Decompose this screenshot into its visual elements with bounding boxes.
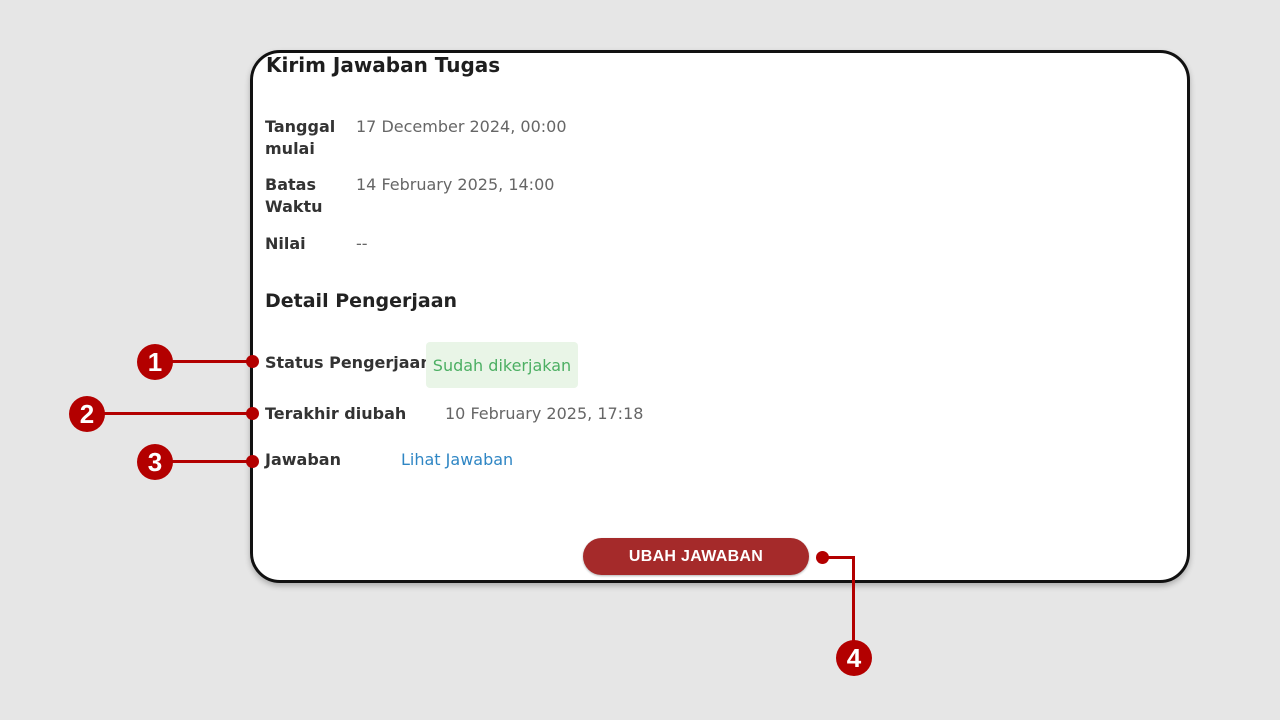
answer-label: Jawaban (265, 450, 341, 469)
grade-label: Nilai (265, 234, 306, 253)
status-badge: Sudah dikerjakan (426, 342, 578, 388)
callout-line-4-horizontal (822, 556, 855, 559)
callout-marker-4: 4 (836, 640, 872, 676)
card-title: Kirim Jawaban Tugas (266, 53, 501, 77)
callout-dot-3 (246, 455, 259, 468)
callout-marker-2: 2 (69, 396, 105, 432)
edit-answer-button[interactable]: UBAH JAWABAN (583, 538, 809, 575)
start-date-value: 17 December 2024, 00:00 (356, 117, 567, 136)
deadline-label: Batas Waktu (265, 175, 323, 216)
detail-heading: Detail Pengerjaan (265, 290, 458, 312)
callout-marker-1: 1 (137, 344, 173, 380)
callout-line-1 (172, 360, 252, 363)
callout-dot-1 (246, 355, 259, 368)
grade-value: -- (356, 234, 368, 253)
deadline-value: 14 February 2025, 14:00 (356, 175, 555, 194)
start-date-label: Tanggal mulai (265, 117, 336, 158)
callout-line-4-vertical (852, 556, 855, 642)
callout-line-3 (172, 460, 252, 463)
callout-line-2 (104, 412, 252, 415)
status-label: Status Pengerjaan (265, 353, 432, 372)
last-modified-value: 10 February 2025, 17:18 (445, 404, 644, 423)
last-modified-label: Terakhir diubah (265, 404, 407, 423)
callout-marker-3: 3 (137, 444, 173, 480)
callout-dot-2 (246, 407, 259, 420)
view-answer-link[interactable]: Lihat Jawaban (401, 449, 513, 471)
